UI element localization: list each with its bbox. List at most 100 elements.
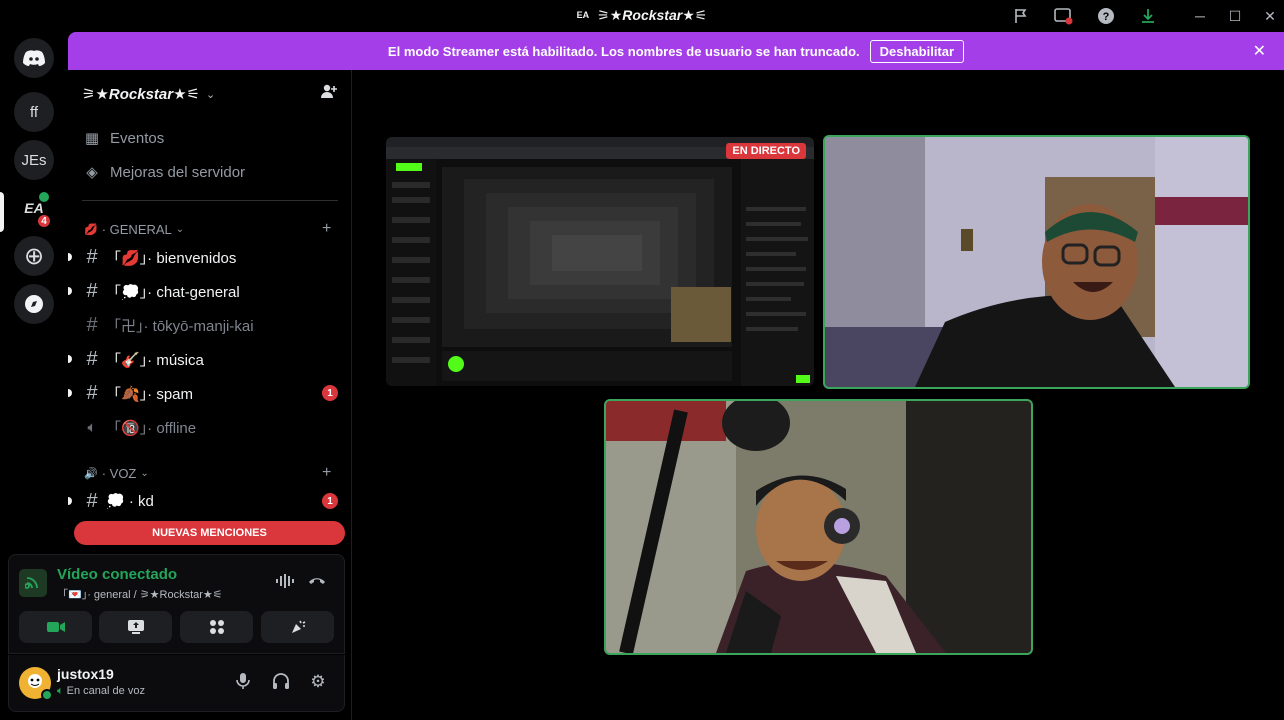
server-jes[interactable]: JEs: [14, 140, 54, 180]
unread-dot: [68, 355, 72, 363]
category-general-label: · GENERAL: [101, 221, 172, 237]
channel-offline[interactable]: 🔈︎ 「🔞」· offline: [82, 412, 338, 442]
create-channel-icon[interactable]: +: [322, 464, 331, 482]
soundboard-button[interactable]: [261, 611, 334, 643]
window-title: EA ⚞★Rockstar★⚟: [0, 7, 1284, 24]
category-general-emoji: 💋: [84, 223, 98, 236]
unread-dot: [68, 389, 72, 397]
channel-label: 「卍」· tōkyō-manji-kai: [106, 317, 254, 335]
chevron-down-icon: ⌄: [206, 88, 216, 101]
settings-gear-icon[interactable]: ⚙: [307, 672, 329, 692]
server-header[interactable]: ⚞★Rockstar★⚟ ⌄: [82, 82, 338, 106]
disconnect-icon[interactable]: [307, 573, 327, 591]
help-icon[interactable]: ?: [1094, 4, 1118, 28]
chevron-down-icon: ⌄: [140, 467, 149, 479]
webcam-feed-user2: [606, 401, 1031, 653]
text-channel-icon: #: [86, 347, 98, 370]
invite-people-icon[interactable]: [320, 82, 338, 105]
calendar-icon: ▦: [84, 130, 100, 147]
download-icon[interactable]: [1136, 4, 1160, 28]
voice-panel: Vídeo conectado 「💌」· general / ⚞★Rocksta…: [8, 554, 345, 654]
mention-badge: 1: [322, 385, 338, 401]
category-voz[interactable]: 🔊 · VOZ ⌄ +: [84, 464, 331, 482]
ea-logo: EA: [576, 10, 590, 20]
screen-share-tile[interactable]: EN DIRECTO: [386, 137, 814, 386]
disable-streamer-button[interactable]: Deshabilitar: [869, 39, 965, 63]
channel-bienvenidos[interactable]: # 「💋」· bienvenidos: [68, 242, 338, 272]
nav-boosts-label: Mejoras del servidor: [110, 163, 246, 181]
nav-events-label: Eventos: [110, 129, 165, 147]
server-name: ⚞★Rockstar★⚟: [82, 86, 200, 103]
server-ff[interactable]: ff: [14, 92, 54, 132]
discord-home-icon[interactable]: [14, 38, 54, 78]
activities-button[interactable]: [180, 611, 253, 643]
category-general[interactable]: 💋 · GENERAL ⌄ +: [84, 220, 331, 238]
title-bar: EA ⚞★Rockstar★⚟ ? ─ ☐ ✕: [0, 0, 1284, 32]
unread-dot: [68, 497, 72, 505]
boost-gem-icon: ◈: [86, 164, 98, 181]
noise-suppression-icon[interactable]: [275, 573, 295, 593]
channel-kd[interactable]: # 💭 · kd 1: [68, 486, 338, 516]
user-panel: justox19 🔈︎ En canal de voz ⚙: [8, 655, 345, 712]
channel-label: 「🔞」· offline: [106, 419, 197, 437]
channel-label: 「🍂」· spam: [106, 385, 194, 403]
share-screen-button[interactable]: [99, 611, 172, 643]
unread-dot: [68, 253, 72, 261]
svg-text:?: ?: [1103, 11, 1110, 23]
category-voz-emoji: 🔊: [84, 467, 98, 480]
live-badge: EN DIRECTO: [726, 143, 806, 159]
channel-label: 「💋」· bienvenidos: [106, 249, 237, 267]
unread-dot: [68, 287, 72, 295]
headphones-icon[interactable]: [270, 672, 292, 695]
voice-location[interactable]: 「💌」· general / ⚞★Rockstar★⚟: [57, 586, 223, 602]
nav-events[interactable]: ▦ Eventos: [82, 124, 164, 152]
microphone-icon[interactable]: [232, 672, 254, 695]
video-tile-user2[interactable]: [604, 399, 1033, 655]
username[interactable]: justox19: [57, 666, 114, 682]
close-icon[interactable]: ✕: [1258, 4, 1282, 28]
inbox-flag-icon[interactable]: [1009, 4, 1033, 28]
webcam-feed-user1: [825, 137, 1248, 387]
create-channel-icon[interactable]: +: [322, 220, 331, 238]
text-channel-icon: #: [86, 279, 98, 302]
maximize-icon[interactable]: ☐: [1223, 4, 1247, 28]
video-tile-user1[interactable]: [823, 135, 1250, 389]
text-channel-icon: #: [86, 489, 98, 512]
signal-strength-icon[interactable]: [19, 569, 47, 597]
discover-compass-icon[interactable]: [14, 284, 54, 324]
text-channel-icon: #: [86, 245, 98, 268]
channel-chat-general[interactable]: # 「💭」· chat-general: [68, 276, 338, 306]
text-channel-icon: #: [86, 313, 98, 336]
new-mentions-button[interactable]: NUEVAS MENCIONES: [74, 521, 345, 545]
speaker-icon: 🔈︎: [87, 418, 97, 436]
banner-close-icon[interactable]: ✕: [1253, 41, 1266, 61]
speaker-icon: 🔈︎: [57, 685, 64, 697]
active-server-pill: [0, 192, 4, 232]
avatar[interactable]: [19, 667, 53, 701]
channel-label: 「💭」· chat-general: [106, 283, 240, 301]
add-server-icon[interactable]: ⊕: [14, 236, 54, 276]
server-ea-badge: 4: [36, 213, 52, 229]
user-status: 🔈︎ En canal de voz: [57, 685, 145, 698]
channel-spam[interactable]: # 「🍂」· spam 1: [68, 378, 338, 408]
screen-share-icon[interactable]: [1051, 4, 1075, 28]
nav-server-boosts[interactable]: ◈ Mejoras del servidor: [82, 158, 245, 186]
channel-label: 「🎸」· música: [106, 351, 204, 369]
channel-label: 💭 · kd: [106, 493, 154, 510]
minimize-icon[interactable]: ─: [1188, 4, 1212, 28]
screen-share-preview: [386, 137, 814, 386]
voice-activity-icon: [37, 190, 51, 204]
category-voz-label: · VOZ: [101, 465, 137, 481]
online-status-icon: [41, 689, 53, 701]
channel-tokyo-manji-kai[interactable]: # 「卍」· tōkyō-manji-kai: [82, 310, 338, 340]
channel-musica[interactable]: # 「🎸」· música: [68, 344, 338, 374]
user-status-text: En canal de voz: [66, 685, 145, 697]
mention-badge: 1: [322, 493, 338, 509]
text-channel-icon: #: [86, 381, 98, 404]
sidebar-divider: [82, 200, 338, 201]
window-title-text: ⚞★Rockstar★⚟: [597, 7, 708, 23]
voice-status[interactable]: Vídeo conectado: [57, 566, 177, 583]
chevron-down-icon: ⌄: [175, 223, 185, 235]
banner-text: El modo Streamer está habilitado. Los no…: [387, 43, 860, 59]
camera-button[interactable]: [19, 611, 92, 643]
